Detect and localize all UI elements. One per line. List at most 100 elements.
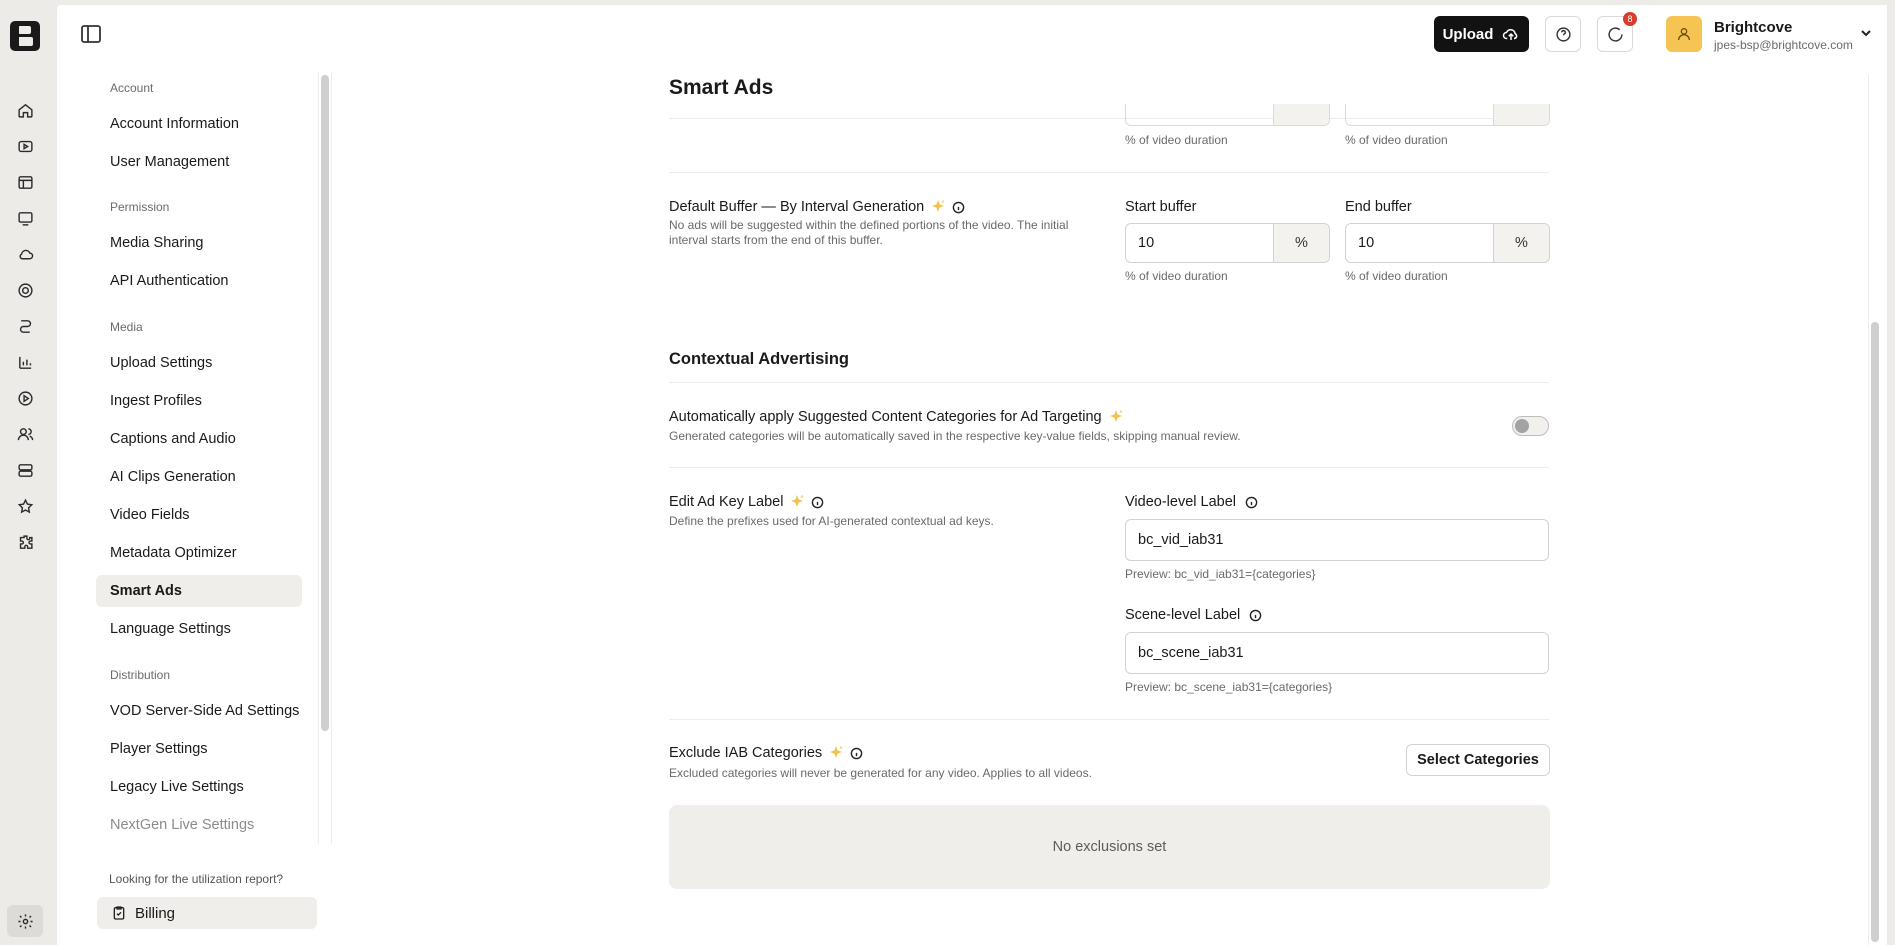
- settings-gear-icon[interactable]: [7, 905, 43, 937]
- analytics-icon[interactable]: [14, 351, 36, 373]
- nav-item-captions-and-audio[interactable]: Captions and Audio: [96, 423, 302, 455]
- nav-item-ai-clips-generation[interactable]: AI Clips Generation: [96, 461, 302, 493]
- billing-link[interactable]: Billing: [97, 897, 317, 929]
- nav-section-distribution: Distribution: [110, 668, 171, 682]
- nav-item-nextgen-live-settings[interactable]: NextGen Live Settings: [96, 809, 302, 841]
- ai-icon[interactable]: [14, 315, 36, 337]
- start-buffer-hint: % of video duration: [1125, 269, 1228, 283]
- ai-sparkle-icon: [1109, 410, 1122, 422]
- exclude-iab-description: Excluded categories will never be genera…: [669, 766, 1092, 780]
- video-level-title: Video-level Label: [1125, 494, 1236, 510]
- auto-apply-description: Generated categories will be automatical…: [669, 429, 1241, 443]
- end-buffer-hint: % of video duration: [1345, 269, 1448, 283]
- utilization-question: Looking for the utilization report?: [109, 872, 284, 886]
- nav-item-language-settings[interactable]: Language Settings: [96, 613, 302, 645]
- info-icon[interactable]: [1249, 609, 1262, 622]
- divider: [669, 719, 1549, 720]
- nav-section-permission: Permission: [110, 200, 170, 214]
- auto-apply-title: Automatically apply Suggested Content Ca…: [669, 409, 1102, 425]
- notification-badge: 8: [1623, 12, 1637, 26]
- nav-item-media-sharing[interactable]: Media Sharing: [96, 227, 302, 259]
- nav-item-account-information[interactable]: Account Information: [96, 108, 302, 140]
- divider: [669, 172, 1549, 173]
- ai-sparkle-icon: [932, 200, 945, 212]
- nav-item-video-fields[interactable]: Video Fields: [96, 499, 302, 531]
- scene-level-label: Scene-level Label: [1125, 607, 1262, 623]
- start-buffer-value[interactable]: 10: [1126, 224, 1273, 262]
- exclude-iab-label: Exclude IAB Categories: [669, 745, 863, 761]
- start-buffer-input[interactable]: 10 %: [1125, 223, 1330, 263]
- help-icon: [1555, 26, 1571, 42]
- nav-item-player-settings[interactable]: Player Settings: [96, 733, 302, 765]
- video-level-label: Video-level Label: [1125, 494, 1258, 510]
- nav-section-account: Account: [110, 81, 154, 95]
- previous-end-input[interactable]: [1345, 104, 1550, 126]
- start-buffer-unit: %: [1273, 224, 1329, 262]
- upload-label: Upload: [1442, 25, 1494, 43]
- nav-item-api-authentication[interactable]: API Authentication: [96, 265, 302, 297]
- edit-ad-key-description: Define the prefixes used for AI-generate…: [669, 514, 994, 528]
- chevron-down-icon[interactable]: [1859, 26, 1873, 40]
- avatar[interactable]: [1666, 16, 1702, 52]
- previous-end-hint: % of video duration: [1345, 133, 1448, 147]
- nav-item-smart-ads[interactable]: Smart Ads: [96, 575, 302, 607]
- nav-item-upload-settings[interactable]: Upload Settings: [96, 347, 302, 379]
- info-icon[interactable]: [952, 201, 965, 214]
- nav-section-media: Media: [110, 320, 143, 334]
- end-buffer-value[interactable]: 10: [1346, 224, 1493, 262]
- end-buffer-label: End buffer: [1345, 199, 1412, 215]
- end-buffer-input[interactable]: 10 %: [1345, 223, 1550, 263]
- player-icon[interactable]: [14, 387, 36, 409]
- auto-apply-label: Automatically apply Suggested Content Ca…: [669, 409, 1124, 425]
- exclusions-empty-state: No exclusions set: [669, 805, 1550, 889]
- edit-ad-key-title: Edit Ad Key Label: [669, 494, 784, 510]
- select-categories-button[interactable]: Select Categories: [1406, 744, 1550, 776]
- integrations-icon[interactable]: [14, 531, 36, 553]
- account-name[interactable]: Brightcove: [1714, 19, 1792, 36]
- media-icon[interactable]: [14, 135, 36, 157]
- contextual-advertising-title: Contextual Advertising: [669, 350, 849, 368]
- empty-state-text: No exclusions set: [1052, 839, 1167, 855]
- edit-ad-key-label: Edit Ad Key Label: [669, 494, 824, 510]
- loading-spinner-icon: [1607, 26, 1623, 42]
- nav-item-legacy-live-settings[interactable]: Legacy Live Settings: [96, 771, 302, 803]
- info-icon[interactable]: [811, 496, 824, 509]
- scene-level-title: Scene-level Label: [1125, 607, 1241, 623]
- default-buffer-title: Default Buffer — By Interval Generation: [669, 199, 925, 215]
- auto-apply-toggle[interactable]: [1512, 416, 1549, 436]
- page-title: Smart Ads: [669, 76, 774, 99]
- audience-icon[interactable]: [14, 423, 36, 445]
- star-icon[interactable]: [14, 495, 36, 517]
- cloud-upload-icon: [1503, 28, 1518, 40]
- info-icon[interactable]: [1245, 496, 1258, 509]
- scene-level-preview: Preview: bc_scene_iab31={categories}: [1125, 680, 1333, 694]
- previous-start-hint: % of video duration: [1125, 133, 1228, 147]
- billing-clipboard-icon: [113, 906, 125, 920]
- billing-label: Billing: [135, 904, 176, 922]
- upload-button[interactable]: Upload: [1434, 16, 1529, 52]
- info-icon[interactable]: [850, 747, 863, 760]
- end-buffer-unit: %: [1493, 224, 1549, 262]
- playlists-icon[interactable]: [14, 171, 36, 193]
- ai-sparkle-icon: [791, 495, 804, 507]
- brightcove-logo[interactable]: [9, 20, 41, 52]
- video-level-input[interactable]: bc_vid_iab31: [1125, 519, 1549, 561]
- divider: [669, 382, 1549, 383]
- social-icon[interactable]: [14, 279, 36, 301]
- ai-sparkle-icon: [830, 746, 843, 758]
- previous-start-input[interactable]: [1125, 104, 1330, 126]
- nav-scrollbar-thumb[interactable]: [321, 75, 329, 731]
- content-scrollbar-thumb[interactable]: [1871, 322, 1879, 942]
- nav-item-user-management[interactable]: User Management: [96, 146, 302, 178]
- server-icon[interactable]: [14, 459, 36, 481]
- help-button[interactable]: [1545, 16, 1581, 52]
- nav-item-metadata-optimizer[interactable]: Metadata Optimizer: [96, 537, 302, 569]
- nav-item-ingest-profiles[interactable]: Ingest Profiles: [96, 385, 302, 417]
- default-buffer-label: Default Buffer — By Interval Generation: [669, 199, 965, 215]
- sidebar-toggle-icon[interactable]: [81, 25, 101, 43]
- live-icon[interactable]: [14, 207, 36, 229]
- nav-item-vod-ssai-settings[interactable]: VOD Server-Side Ad Settings: [96, 695, 302, 727]
- cloud-icon[interactable]: [14, 243, 36, 265]
- home-icon[interactable]: [14, 99, 36, 121]
- scene-level-input[interactable]: bc_scene_iab31: [1125, 632, 1549, 674]
